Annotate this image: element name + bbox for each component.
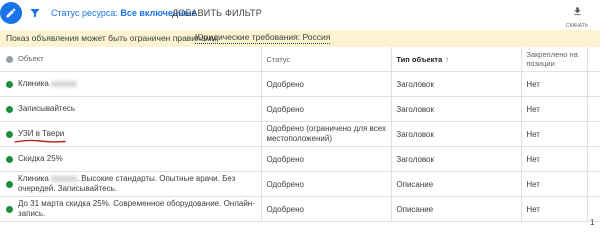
redacted-text (50, 80, 77, 87)
extra-cell (587, 71, 600, 97)
filter-status-prefix: Статус ресурса: (51, 8, 118, 18)
header-object-label: Объект (18, 54, 44, 63)
status-cell: Одобрено (261, 71, 393, 97)
toolbar: Статус ресурса: Все включенные ДОБАВИТЬ … (0, 0, 600, 30)
status-dot-header-icon (6, 56, 13, 63)
header-pinned[interactable]: Закреплено на позиции (521, 47, 588, 72)
download-button[interactable]: СКАЧАТЬ (562, 4, 592, 29)
status-dot-icon (6, 181, 13, 188)
header-object[interactable]: Объект (0, 47, 263, 72)
policy-notice-text: Показ объявления может быть ограничен пр… (6, 33, 219, 43)
pinned-cell: Нет (521, 121, 588, 147)
object-text: Записывайтесь (18, 104, 76, 113)
status-cell-limited: Одобрено (ограничено для всех местополож… (261, 121, 393, 147)
object-text: Клиника (18, 79, 49, 88)
status-dot-icon (6, 106, 13, 113)
status-dot-icon (6, 206, 13, 213)
header-type-label: Тип объекта (396, 54, 443, 64)
edit-fab-button[interactable] (0, 2, 22, 24)
type-cell: Заголовок (391, 71, 523, 97)
table-row[interactable]: До 31 марта скидка 25%. Современное обор… (0, 196, 600, 222)
pinned-cell: Нет (521, 96, 588, 122)
extra-cell (587, 146, 600, 172)
pencil-icon (6, 8, 16, 18)
header-type[interactable]: Тип объекта ↑ (391, 47, 523, 72)
arrow-up-icon: ↑ (445, 54, 450, 64)
header-status[interactable]: Статус (261, 47, 393, 72)
type-cell: Заголовок (391, 121, 523, 147)
header-status-label: Статус (266, 54, 291, 64)
object-cell: Клиника. Высокие стандарты. Опытные врач… (0, 171, 263, 197)
status-dot-icon (6, 131, 13, 138)
red-underline-annotation (14, 139, 66, 143)
table-row[interactable]: УЗИ в Твери Одобрено (ограничено для все… (0, 121, 600, 147)
extra-cell (587, 121, 600, 147)
object-text: До 31 марта скидка 25%. Современное обор… (18, 199, 255, 218)
status-dot-icon (6, 156, 13, 163)
status-cell: Одобрено (261, 196, 393, 222)
header-pinned-label: Закреплено на позиции (526, 50, 578, 68)
table-header-row: Объект Статус Тип объекта ↑ Закреплено на… (0, 47, 600, 72)
pinned-cell: Нет (521, 196, 588, 222)
redacted-text (50, 175, 77, 182)
extra-cell (587, 96, 600, 122)
object-cell: Клиника (0, 71, 263, 97)
object-text-prefix: Клиника (18, 174, 49, 183)
header-extra (587, 47, 600, 72)
status-cell: Одобрено (261, 146, 393, 172)
table-row[interactable]: Записывайтесь Одобрено Заголовок Нет (0, 96, 600, 122)
status-cell: Одобрено (261, 96, 393, 122)
extra-cell (587, 171, 600, 197)
type-cell: Заголовок (391, 96, 523, 122)
status-cell: Одобрено (261, 171, 393, 197)
type-cell: Описание (391, 171, 523, 197)
pinned-cell: Нет (521, 71, 588, 97)
filter-icon[interactable] (29, 7, 41, 19)
type-cell: Заголовок (391, 146, 523, 172)
add-filter-button[interactable]: ДОБАВИТЬ ФИЛЬТР (172, 8, 262, 18)
object-cell: До 31 марта скидка 25%. Современное обор… (0, 196, 263, 222)
page-number: 1 (590, 218, 595, 227)
type-cell: Описание (391, 196, 523, 222)
pinned-cell: Нет (521, 146, 588, 172)
object-text: Скидка 25% (18, 154, 63, 163)
object-cell: УЗИ в Твери (0, 121, 263, 147)
object-cell: Скидка 25% (0, 146, 263, 172)
policy-notice-link[interactable]: Юридические требования: Россия (195, 32, 331, 44)
download-label: СКАЧАТЬ (565, 23, 589, 29)
table-row[interactable]: Клиника Одобрено Заголовок Нет (0, 71, 600, 97)
download-icon (573, 7, 581, 16)
object-text: УЗИ в Твери (18, 129, 65, 138)
table-row[interactable]: Клиника. Высокие стандарты. Опытные врач… (0, 171, 600, 197)
pinned-cell: Нет (521, 171, 588, 197)
policy-notice-bar: Показ объявления может быть ограничен пр… (0, 30, 600, 47)
status-dot-icon (6, 81, 13, 88)
table-row[interactable]: Скидка 25% Одобрено Заголовок Нет (0, 146, 600, 172)
object-cell: Записывайтесь (0, 96, 263, 122)
assets-table: Объект Статус Тип объекта ↑ Закреплено на… (0, 47, 600, 222)
